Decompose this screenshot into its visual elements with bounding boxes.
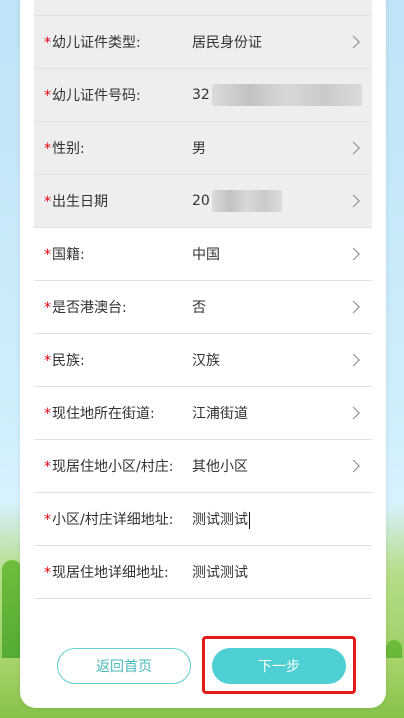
label-text: 小区/村庄详细地址:: [52, 512, 174, 528]
row-birth-date[interactable]: *出生日期 20: [34, 175, 372, 228]
community-address-input[interactable]: 测试测试: [192, 509, 250, 529]
field-label: *现居住地详细地址:: [44, 562, 169, 582]
label-text: 国籍:: [52, 247, 85, 263]
tree-right-decoration: [386, 640, 402, 710]
chevron-right-icon[interactable]: [347, 247, 360, 261]
row-street[interactable]: *现住地所在街道: 江浦街道: [34, 387, 372, 440]
previous-row-fragment: [34, 0, 372, 16]
required-mark: *: [44, 300, 51, 316]
required-mark: *: [44, 194, 51, 210]
row-id-type[interactable]: *幼儿证件类型: 居民身份证: [34, 16, 372, 69]
residence-address-input[interactable]: 测试测试: [192, 562, 248, 582]
field-label: *民族:: [44, 350, 85, 370]
label-text: 是否港澳台:: [52, 300, 127, 316]
label-text: 现住地所在街道:: [52, 406, 155, 422]
required-mark: *: [44, 35, 51, 51]
chevron-right-icon[interactable]: [347, 459, 360, 473]
required-mark: *: [44, 512, 51, 528]
redacted-blur: [211, 190, 282, 212]
label-text: 出生日期: [52, 194, 108, 210]
chevron-right-icon[interactable]: [347, 35, 360, 49]
back-to-home-button[interactable]: 返回首页: [57, 648, 191, 684]
label-text: 性别:: [52, 141, 85, 157]
field-label: *现住地所在街道:: [44, 403, 155, 423]
required-mark: *: [44, 459, 51, 475]
birth-date-visible-prefix: 20: [192, 193, 210, 209]
tree-left-decoration: [2, 560, 22, 700]
hk-macau-taiwan-value: 否: [192, 300, 206, 316]
id-type-value: 居民身份证: [192, 35, 262, 51]
chevron-right-icon[interactable]: [347, 141, 360, 155]
chevron-right-icon[interactable]: [347, 406, 360, 420]
field-label: *出生日期: [44, 191, 108, 211]
label-text: 幼儿证件类型:: [52, 35, 141, 51]
text-cursor: [249, 511, 250, 529]
field-label: *国籍:: [44, 244, 85, 264]
chevron-right-icon[interactable]: [347, 353, 360, 367]
label-text: 民族:: [52, 353, 85, 369]
child-info-form: *幼儿证件类型: 居民身份证 *幼儿证件号码: 32 *性别: 男 *出生日期 …: [34, 0, 372, 599]
row-residence-address[interactable]: *现居住地详细地址: 测试测试: [34, 546, 372, 599]
required-mark: *: [44, 406, 51, 422]
row-community-address[interactable]: *小区/村庄详细地址: 测试测试: [34, 493, 372, 546]
required-mark: *: [44, 88, 51, 104]
street-value: 江浦街道: [192, 406, 248, 422]
field-label: *是否港澳台:: [44, 297, 127, 317]
id-number-visible-prefix: 32: [192, 87, 210, 103]
id-number-value: 32: [192, 84, 362, 106]
chevron-right-icon[interactable]: [347, 300, 360, 314]
label-text: 幼儿证件号码:: [52, 88, 141, 104]
row-id-number[interactable]: *幼儿证件号码: 32: [34, 69, 372, 122]
row-community[interactable]: *现居住地小区/村庄: 其他小区: [34, 440, 372, 493]
input-text: 测试测试: [192, 512, 248, 528]
community-value: 其他小区: [192, 459, 248, 475]
label-text: 现居住地小区/村庄:: [52, 459, 174, 475]
row-hk-macau-taiwan[interactable]: *是否港澳台: 否: [34, 281, 372, 334]
field-label: *幼儿证件类型:: [44, 32, 141, 52]
field-label: *小区/村庄详细地址:: [44, 509, 173, 529]
field-label: *现居住地小区/村庄:: [44, 456, 173, 476]
next-step-button[interactable]: 下一步: [212, 648, 346, 684]
label-text: 现居住地详细地址:: [52, 565, 169, 581]
field-label: *幼儿证件号码:: [44, 85, 141, 105]
redacted-blur: [211, 84, 362, 106]
required-mark: *: [44, 353, 51, 369]
ethnicity-value: 汉族: [192, 353, 220, 369]
field-label: *性别:: [44, 138, 85, 158]
required-mark: *: [44, 141, 51, 157]
chevron-right-icon[interactable]: [347, 194, 360, 208]
required-mark: *: [44, 565, 51, 581]
birth-date-value: 20: [192, 190, 282, 212]
required-mark: *: [44, 247, 51, 263]
gender-value: 男: [192, 141, 206, 157]
row-ethnicity[interactable]: *民族: 汉族: [34, 334, 372, 387]
row-nationality[interactable]: *国籍: 中国: [34, 228, 372, 281]
nationality-value: 中国: [192, 247, 220, 263]
row-gender[interactable]: *性别: 男: [34, 122, 372, 175]
